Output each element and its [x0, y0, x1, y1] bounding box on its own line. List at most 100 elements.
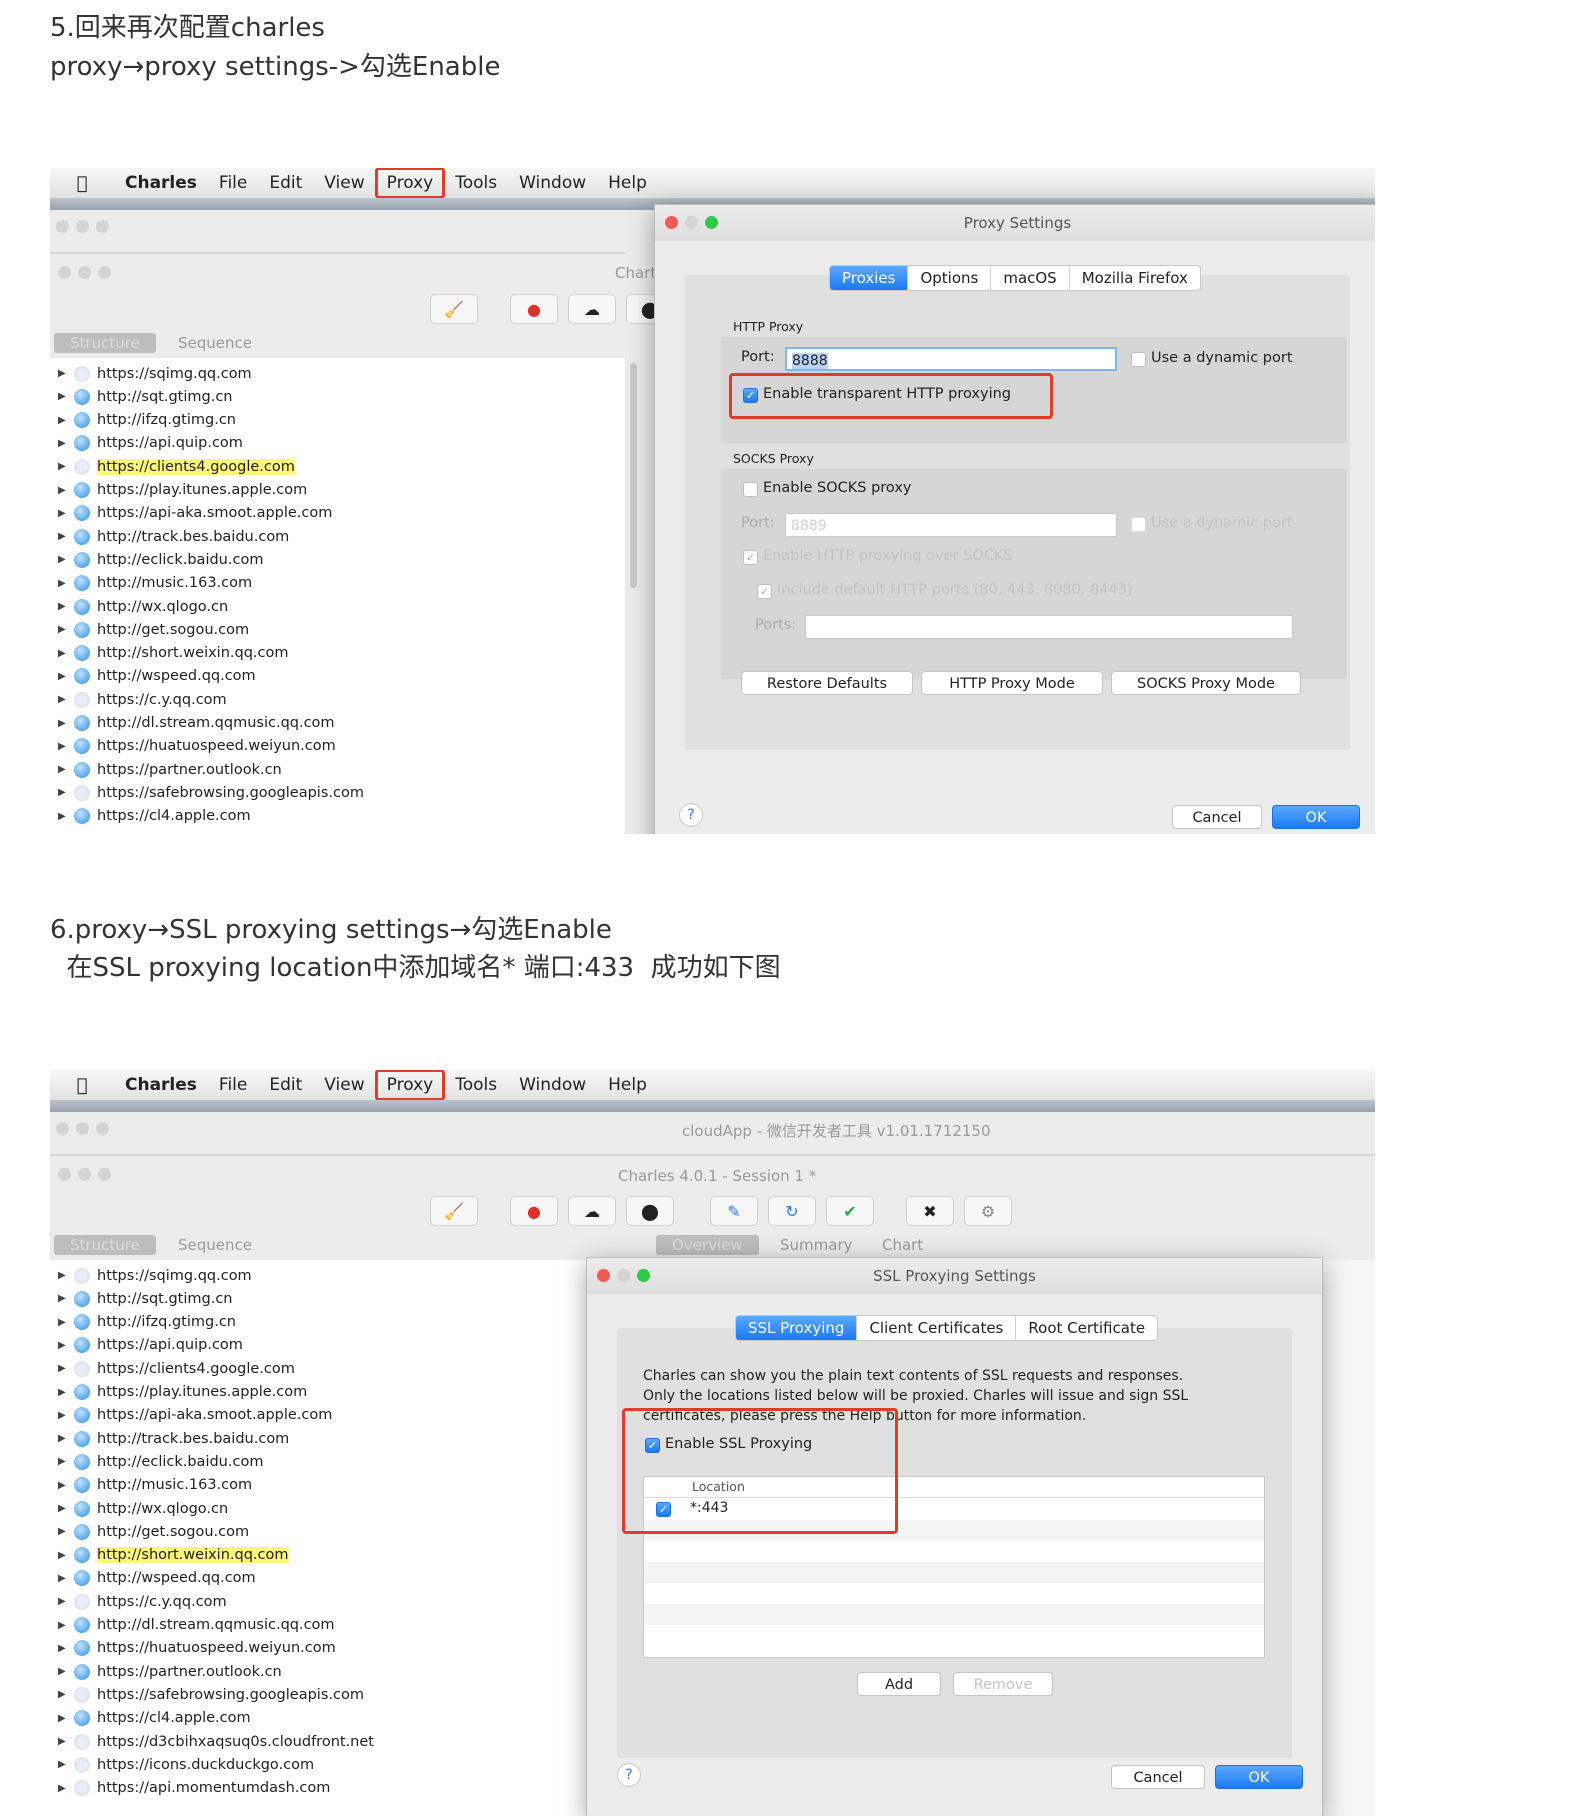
tab-macos[interactable]: macOS	[990, 266, 1068, 290]
disclosure-triangle-icon[interactable]: ▶	[58, 1620, 66, 1631]
tab-summary[interactable]: Summary	[780, 1236, 853, 1254]
tab-overview[interactable]: Overview	[656, 1235, 759, 1255]
tree-host-row[interactable]: ▶ https://clients4.google.com	[50, 1357, 295, 1380]
tree-host-row[interactable]: ▶ http://music.163.com	[50, 1474, 252, 1497]
tab-mozilla-firefox[interactable]: Mozilla Firefox	[1068, 266, 1200, 290]
tab-root-certificate[interactable]: Root Certificate	[1015, 1316, 1157, 1340]
menu-tools[interactable]: Tools	[444, 168, 508, 198]
help-button[interactable]: ?	[679, 803, 703, 827]
tree-host-row[interactable]: ▶ http://music.163.com	[50, 572, 252, 595]
disclosure-triangle-icon[interactable]: ▶	[58, 438, 66, 449]
menu-tools[interactable]: Tools	[444, 1070, 508, 1100]
disclosure-triangle-icon[interactable]: ▶	[58, 1480, 66, 1491]
disclosure-triangle-icon[interactable]: ▶	[58, 531, 66, 542]
disclosure-triangle-icon[interactable]: ▶	[58, 368, 66, 379]
dialog-close-button[interactable]	[597, 1269, 610, 1282]
disclosure-triangle-icon[interactable]: ▶	[58, 1293, 66, 1304]
add-location-button[interactable]: Add	[857, 1672, 941, 1696]
transparent-proxy-checkbox[interactable]: ✓	[743, 388, 758, 403]
disclosure-triangle-icon[interactable]: ▶	[58, 415, 66, 426]
tree-scrollbar[interactable]	[630, 363, 637, 588]
tree-host-row[interactable]: ▶ http://get.sogou.com	[50, 618, 249, 641]
dialog-close-button[interactable]	[665, 216, 678, 229]
tree-host-row[interactable]: ▶ https://api.quip.com	[50, 432, 243, 455]
enable-socks-checkbox[interactable]	[743, 482, 758, 497]
tree-host-row[interactable]: ▶ https://play.itunes.apple.com	[50, 479, 307, 502]
throttle-icon[interactable]: ☁	[568, 1196, 616, 1226]
disclosure-triangle-icon[interactable]: ▶	[58, 1503, 66, 1514]
disclosure-triangle-icon[interactable]: ▶	[58, 1596, 66, 1607]
charles-window-minimize-button[interactable]	[78, 266, 91, 279]
tree-host-row[interactable]: ▶ https://safebrowsing.googleapis.com	[50, 1683, 364, 1706]
tree-host-row[interactable]: ▶ http://short.weixin.qq.com	[50, 642, 289, 665]
disclosure-triangle-icon[interactable]: ▶	[58, 1759, 66, 1770]
disclosure-triangle-icon[interactable]: ▶	[58, 1689, 66, 1700]
throttle-icon[interactable]: ☁	[568, 294, 616, 324]
disclosure-triangle-icon[interactable]: ▶	[58, 508, 66, 519]
disclosure-triangle-icon[interactable]: ▶	[58, 391, 66, 402]
tree-host-row[interactable]: ▶ http://sqt.gtimg.cn	[50, 1287, 233, 1310]
menu-file[interactable]: File	[208, 168, 258, 198]
tools-icon[interactable]: ✖	[906, 1196, 954, 1226]
tree-host-row[interactable]: ▶ http://short.weixin.qq.com	[50, 1544, 289, 1567]
socks-proxy-mode-button[interactable]: SOCKS Proxy Mode	[1111, 671, 1301, 695]
dynamic-port-checkbox[interactable]	[1131, 352, 1146, 367]
location-enabled-checkbox[interactable]: ✓	[656, 1502, 671, 1517]
menu-view[interactable]: View	[313, 168, 375, 198]
validate-icon[interactable]: ✔	[826, 1196, 874, 1226]
disclosure-triangle-icon[interactable]: ▶	[58, 1783, 66, 1794]
tree-host-row[interactable]: ▶ http://wx.qlogo.cn	[50, 1497, 228, 1520]
tree-host-row[interactable]: ▶ http://eclick.baidu.com	[50, 548, 263, 571]
disclosure-triangle-icon[interactable]: ▶	[58, 601, 66, 612]
disclosure-triangle-icon[interactable]: ▶	[58, 1456, 66, 1467]
disclosure-triangle-icon[interactable]: ▶	[58, 1666, 66, 1677]
disclosure-triangle-icon[interactable]: ▶	[58, 694, 66, 705]
tree-host-row[interactable]: ▶ http://dl.stream.qqmusic.qq.com	[50, 712, 335, 735]
tab-structure[interactable]: Structure	[54, 333, 156, 353]
tree-host-row[interactable]: ▶ https://api.momentumdash.com	[50, 1777, 330, 1800]
breakpoint-icon[interactable]: ⬤	[626, 1196, 674, 1226]
dialog-zoom-button[interactable]	[637, 1269, 650, 1282]
broom-icon[interactable]: 🧹	[430, 294, 478, 324]
menu-help[interactable]: Help	[597, 168, 658, 198]
tree-host-row[interactable]: ▶ https://play.itunes.apple.com	[50, 1381, 307, 1404]
menu-app-name[interactable]: Charles	[114, 168, 208, 198]
menu-proxy[interactable]: Proxy	[374, 168, 446, 199]
broom-icon[interactable]: 🧹	[430, 1196, 478, 1226]
charles-window-zoom-button[interactable]	[98, 1168, 111, 1181]
tab-client-certificates[interactable]: Client Certificates	[856, 1316, 1015, 1340]
menu-view[interactable]: View	[313, 1070, 375, 1100]
dialog-zoom-button[interactable]	[705, 216, 718, 229]
tab-options[interactable]: Options	[907, 266, 990, 290]
disclosure-triangle-icon[interactable]: ▶	[58, 461, 66, 472]
location-row[interactable]: ✓ *:443	[644, 1499, 1264, 1520]
port-input[interactable]: 8888	[785, 347, 1117, 371]
tab-ssl-proxying[interactable]: SSL Proxying	[736, 1316, 857, 1340]
disclosure-triangle-icon[interactable]: ▶	[58, 671, 66, 682]
tab-chart[interactable]: Chart	[882, 1236, 923, 1254]
tree-host-row[interactable]: ▶ https://huatuospeed.weiyun.com	[50, 1637, 336, 1660]
disclosure-triangle-icon[interactable]: ▶	[58, 1270, 66, 1281]
disclosure-triangle-icon[interactable]: ▶	[58, 1410, 66, 1421]
disclosure-triangle-icon[interactable]: ▶	[58, 1736, 66, 1747]
menu-app-name[interactable]: Charles	[114, 1070, 208, 1100]
disclosure-triangle-icon[interactable]: ▶	[58, 718, 66, 729]
tree-host-row[interactable]: ▶ https://partner.outlook.cn	[50, 1660, 282, 1683]
disclosure-triangle-icon[interactable]: ▶	[58, 811, 66, 822]
disclosure-triangle-icon[interactable]: ▶	[58, 1317, 66, 1328]
record-icon[interactable]: ●	[510, 1196, 558, 1226]
back-window-zoom-button[interactable]	[96, 220, 109, 233]
tree-host-row[interactable]: ▶ https://cl4.apple.com	[50, 805, 251, 828]
tab-sequence[interactable]: Sequence	[178, 1236, 252, 1254]
menu-file[interactable]: File	[208, 1070, 258, 1100]
disclosure-triangle-icon[interactable]: ▶	[58, 554, 66, 565]
socks-dynamic-port-checkbox[interactable]	[1131, 517, 1146, 532]
compose-icon[interactable]: ✎	[710, 1196, 758, 1226]
charles-window-zoom-button[interactable]	[98, 266, 111, 279]
disclosure-triangle-icon[interactable]: ▶	[58, 1363, 66, 1374]
tree-host-row[interactable]: ▶ https://c.y.qq.com	[50, 688, 227, 711]
disclosure-triangle-icon[interactable]: ▶	[58, 1340, 66, 1351]
disclosure-triangle-icon[interactable]: ▶	[58, 764, 66, 775]
tree-host-row[interactable]: ▶ http://eclick.baidu.com	[50, 1450, 263, 1473]
ok-button[interactable]: OK	[1215, 1765, 1303, 1789]
